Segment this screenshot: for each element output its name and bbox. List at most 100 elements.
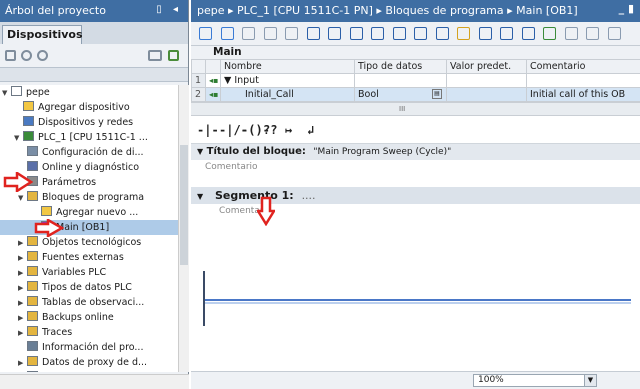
input-icon: ◂▪ — [205, 73, 221, 88]
block-editor: pepe ▸ PLC_1 [CPU 1511C-1 PN] ▸ Bloques … — [191, 0, 640, 389]
block-title-value[interactable]: "Main Program Sweep (Cycle)" — [313, 147, 451, 157]
tree-item[interactable]: ▼ Bloques de programa — [0, 190, 178, 205]
toolbar-button-icon[interactable] — [242, 27, 255, 40]
view-icon[interactable] — [148, 50, 162, 61]
tree-vertical-scrollbar[interactable] — [178, 85, 189, 372]
collapsed-triangle-icon[interactable]: ▶ — [18, 326, 27, 341]
row-number: 2 — [191, 87, 206, 102]
collapsed-triangle-icon[interactable]: ▶ — [18, 371, 27, 372]
toolbar-button-icon[interactable] — [349, 27, 363, 40]
tree-item-label: Información del pro... — [42, 342, 144, 353]
splitter[interactable]: III — [191, 102, 640, 116]
row-type[interactable] — [354, 73, 447, 88]
toolbar-button-icon[interactable] — [371, 27, 384, 40]
red-arrow-icon — [3, 172, 33, 192]
block-name: Main — [191, 46, 640, 59]
row-type[interactable]: Bool ▤ — [354, 87, 447, 102]
row-default[interactable] — [446, 73, 527, 88]
tree-item[interactable]: Agregar nuevo ... — [0, 205, 178, 220]
project-icon — [11, 86, 22, 96]
ladder-tool-button[interactable]: ?? — [263, 123, 277, 137]
collapse-segment-icon[interactable]: ▼ — [197, 192, 203, 201]
tree-horizontal-scrollbar[interactable] — [0, 374, 189, 389]
segment-title[interactable]: .... — [302, 189, 316, 202]
tree-item[interactable]: Main [OB1] — [0, 220, 178, 235]
collapse-title-icon[interactable]: ▼ — [197, 147, 203, 156]
toolbar-button-icon[interactable] — [543, 27, 556, 40]
collapsed-triangle-icon[interactable]: ▶ — [18, 251, 27, 266]
tree-item[interactable]: ▶ Tipos de datos PLC — [0, 280, 178, 295]
row-name[interactable]: Initial_Call — [220, 87, 355, 102]
toolbar-button-icon[interactable] — [220, 27, 234, 40]
toolbar-button-icon[interactable] — [478, 27, 492, 40]
expand-icon[interactable] — [168, 50, 179, 61]
ladder-tool-button[interactable]: ↲ — [307, 123, 314, 137]
scrollbar-thumb[interactable] — [180, 145, 188, 265]
tree-item[interactable]: ▶ Fuentes externas — [0, 250, 178, 265]
tree-item[interactable]: Configuración de di... — [0, 145, 178, 160]
tree-item-label: Agregar dispositivo — [38, 102, 130, 113]
zoom-select[interactable]: 100% ▼ — [473, 374, 597, 387]
forward-icon[interactable] — [37, 50, 48, 61]
tree-item[interactable]: ▶ Variables PLC — [0, 265, 178, 280]
tab-dispositivos[interactable]: Dispositivos — [2, 25, 83, 44]
toolbar-button-icon[interactable] — [306, 27, 320, 40]
minimize-icon[interactable]: _ ▮ — [619, 2, 634, 15]
tree-item-label: PLC_1 [CPU 1511C-1 ... — [38, 132, 148, 143]
toolbar-button-icon[interactable] — [521, 27, 535, 40]
block-comment[interactable]: Comentario — [191, 160, 640, 174]
toolbar-button-icon[interactable] — [500, 27, 513, 40]
tree-item[interactable]: ▶Avisos de PLC — [0, 370, 178, 372]
tree-item[interactable]: ▶ Backups online — [0, 310, 178, 325]
collapsed-triangle-icon[interactable]: ▶ — [18, 266, 27, 281]
toolbar-button-icon[interactable] — [328, 27, 341, 40]
expanded-triangle-icon[interactable]: ▼ — [2, 86, 11, 101]
ladder-tool-button[interactable]: -|- — [197, 123, 219, 137]
collapsed-triangle-icon[interactable]: ▶ — [18, 281, 27, 296]
toolbar-button-icon[interactable] — [607, 27, 621, 40]
folder-icon — [27, 326, 38, 336]
type-picker-icon[interactable]: ▤ — [432, 89, 442, 99]
collapsed-triangle-icon[interactable]: ▶ — [18, 311, 27, 326]
tree-item[interactable]: ▶ Datos de proxy de d... — [0, 355, 178, 370]
toolbar-button-icon[interactable] — [263, 27, 277, 40]
ladder-tool-button[interactable]: ↦ — [285, 123, 292, 137]
ladder-network[interactable] — [201, 268, 640, 336]
row-name[interactable]: ▼ Input — [220, 73, 355, 88]
tree-item[interactable]: Dispositivos y redes — [0, 115, 178, 130]
grid-icon[interactable] — [5, 50, 16, 61]
tree-item[interactable]: ▼ pepe — [0, 85, 178, 100]
expanded-triangle-icon[interactable]: ▼ — [18, 191, 27, 206]
tree-item[interactable]: ▶ Tablas de observaci... — [0, 295, 178, 310]
toolbar-button-icon[interactable] — [586, 27, 599, 40]
toolbar-button-icon[interactable] — [199, 27, 212, 40]
toolbar-button-icon[interactable] — [414, 27, 427, 40]
row-comment[interactable]: Initial call of this OB — [526, 87, 640, 102]
row-comment[interactable] — [526, 73, 640, 88]
tree-item-label: Agregar nuevo ... — [56, 207, 139, 218]
table-row[interactable]: 1 ◂▪ ▼ Input — [191, 73, 640, 88]
collapsed-triangle-icon[interactable]: ▶ — [18, 236, 27, 251]
toolbar-button-icon[interactable] — [392, 27, 406, 40]
collapse-panel-icon[interactable]: ▯ ◂ — [156, 4, 182, 15]
table-header-tipo: Tipo de datos — [354, 59, 447, 74]
collapsed-triangle-icon[interactable]: ▶ — [18, 356, 27, 371]
collapsed-triangle-icon[interactable]: ▶ — [18, 296, 27, 311]
toolbar-button-icon[interactable] — [457, 27, 470, 40]
expanded-triangle-icon[interactable]: ▼ — [14, 131, 23, 146]
table-row[interactable]: 2 ◂▪ Initial_Call Bool ▤ Initial call of … — [191, 87, 640, 102]
toolbar-button-icon[interactable] — [564, 27, 578, 40]
chevron-down-icon[interactable]: ▼ — [584, 375, 596, 386]
tree-item[interactable]: ▶ Objetos tecnológicos — [0, 235, 178, 250]
tree-item-label: Configuración de di... — [42, 147, 144, 158]
back-icon[interactable] — [21, 50, 32, 61]
tree-item[interactable]: Agregar dispositivo — [0, 100, 178, 115]
tree-item[interactable]: ▼ PLC_1 [CPU 1511C-1 ... — [0, 130, 178, 145]
project-tree: ▼ pepe Agregar dispositivo Dispositivos y r… — [0, 85, 178, 372]
toolbar-button-icon[interactable] — [285, 27, 298, 40]
interface-table: Nombre Tipo de datos Valor predet. Comen… — [191, 59, 640, 102]
toolbar-button-icon[interactable] — [435, 27, 449, 40]
row-default[interactable] — [446, 87, 527, 102]
tree-item[interactable]: ▶ Traces — [0, 325, 178, 340]
tree-item[interactable]: Información del pro... — [0, 340, 178, 355]
